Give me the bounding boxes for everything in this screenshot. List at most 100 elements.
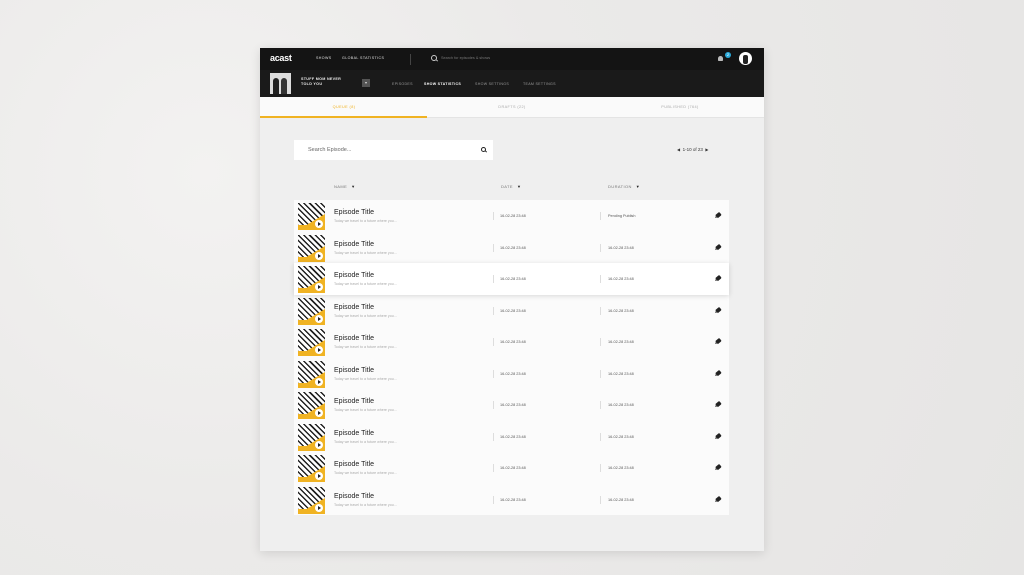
pagination-text: 1-10 of 23 (682, 147, 703, 152)
play-icon[interactable] (315, 440, 323, 449)
episode-duration: Pending Publish (608, 214, 636, 218)
episode-duration: 16-02-28 23:48 (608, 466, 634, 470)
subnav-show-statistics[interactable]: SHOW STATISTICS (424, 82, 461, 86)
table-row[interactable]: Episode Title Today we travel to a futur… (294, 420, 729, 452)
play-icon[interactable] (315, 283, 323, 291)
play-icon[interactable] (315, 346, 323, 354)
edit-icon[interactable] (715, 400, 722, 408)
column-divider (493, 338, 494, 346)
column-divider (600, 275, 601, 283)
episode-title[interactable]: Episode Title (334, 272, 374, 279)
acast-logo[interactable]: acast (270, 53, 292, 63)
episode-description: Today we travel to a future where you... (334, 313, 397, 318)
tab-published[interactable]: PUBLISHED (764) (596, 105, 764, 109)
tab-drafts[interactable]: DRAFTS (22) (428, 105, 596, 109)
play-icon[interactable] (315, 503, 323, 512)
episode-title[interactable]: Episode Title (334, 304, 374, 311)
table-row[interactable]: Episode Title Today we travel to a futur… (294, 452, 729, 484)
episode-title[interactable]: Episode Title (334, 367, 374, 374)
edit-icon[interactable] (715, 211, 722, 219)
episode-description: Today we travel to a future where you... (334, 282, 397, 286)
top-navbar: acast SHOWS GLOBAL STATISTICS Search for… (260, 48, 764, 70)
nav-divider (410, 54, 411, 65)
episode-date: 16-02-28 23:48 (500, 371, 526, 376)
play-icon[interactable] (315, 220, 323, 228)
episode-description: Today we travel to a future where you... (334, 219, 397, 223)
table-row[interactable]: Episode Title Today we travel to a futur… (294, 263, 729, 295)
episode-search-placeholder: Search Episode... (308, 147, 352, 153)
nav-global-statistics[interactable]: GLOBAL STATISTICS (342, 56, 384, 60)
episode-title[interactable]: Episode Title (334, 241, 374, 248)
table-row[interactable]: Episode Title Today we travel to a futur… (294, 294, 729, 326)
active-tab-indicator (260, 116, 427, 118)
episode-description: Today we travel to a future where you... (334, 439, 397, 444)
edit-icon[interactable] (715, 243, 722, 250)
table-row[interactable]: Episode Title Today we travel to a futur… (294, 231, 729, 263)
pagination: ◀ 1-10 of 23 ▶ (677, 147, 708, 152)
subnav-team-settings[interactable]: TEAM SETTINGS (523, 82, 556, 86)
column-divider (493, 432, 494, 441)
subnav-episodes[interactable]: EPISODES (392, 82, 413, 86)
column-header-duration[interactable]: DURATION ▼ (608, 184, 640, 189)
search-icon[interactable] (431, 55, 437, 61)
play-icon[interactable] (315, 377, 323, 386)
nav-shows[interactable]: SHOWS (316, 56, 332, 60)
table-row[interactable]: Episode Title Today we travel to a futur… (294, 483, 729, 515)
prev-arrow-icon[interactable]: ◀ (677, 147, 680, 152)
edit-icon[interactable] (715, 463, 722, 471)
sort-icon: ▼ (351, 184, 356, 189)
chevron-down-icon[interactable]: ▾ (362, 79, 370, 87)
column-divider (600, 306, 601, 315)
play-icon[interactable] (315, 472, 323, 480)
table-row[interactable]: Episode Title Today we travel to a futur… (294, 389, 729, 421)
play-icon[interactable] (315, 409, 323, 417)
episode-description: Today we travel to a future where you... (334, 345, 397, 349)
episode-duration: 16-02-28 23:48 (608, 277, 634, 281)
table-row[interactable]: Episode Title Today we travel to a futur… (294, 326, 729, 358)
column-divider (600, 243, 601, 252)
app-window: acast SHOWS GLOBAL STATISTICS Search for… (260, 48, 764, 551)
play-icon[interactable] (315, 251, 323, 260)
play-icon[interactable] (315, 314, 323, 323)
episode-date: 16-02-28 23:48 (500, 277, 526, 281)
episode-duration: 16-02-28 23:48 (608, 403, 634, 407)
next-arrow-icon[interactable]: ▶ (705, 147, 708, 152)
episode-search-input[interactable]: Search Episode... (294, 140, 493, 160)
column-divider (493, 495, 494, 504)
column-divider (600, 495, 601, 504)
column-header-date[interactable]: DATE ▼ (501, 184, 521, 189)
episode-thumbnail (298, 329, 325, 356)
edit-icon[interactable] (715, 337, 722, 345)
episode-date: 16-02-28 23:48 (500, 308, 526, 313)
episode-title[interactable]: Episode Title (334, 209, 374, 216)
global-search-input[interactable]: Search for episodes & shows (441, 56, 490, 60)
search-icon[interactable] (481, 147, 486, 152)
episode-duration: 16-02-28 23:48 (608, 371, 634, 376)
episode-title[interactable]: Episode Title (334, 493, 374, 500)
edit-icon[interactable] (715, 495, 722, 502)
sort-icon: ▼ (516, 184, 522, 189)
bell-icon[interactable] (718, 56, 723, 61)
edit-icon[interactable] (715, 274, 722, 282)
episode-list: Episode Title Today we travel to a futur… (294, 200, 729, 515)
episode-duration: 16-02-28 23:48 (608, 497, 634, 502)
episode-date: 16-02-28 23:48 (500, 434, 526, 439)
subnav-show-settings[interactable]: SHOW SETTINGS (475, 82, 509, 86)
table-row[interactable]: Episode Title Today we travel to a futur… (294, 357, 729, 389)
episode-title[interactable]: Episode Title (334, 335, 374, 342)
episode-date: 16-02-28 23:48 (500, 340, 526, 344)
tab-queue[interactable]: QUEUE (8) (260, 105, 428, 109)
edit-icon[interactable] (715, 306, 722, 313)
episode-duration: 16-02-28 23:48 (608, 308, 634, 313)
episode-title[interactable]: Episode Title (334, 398, 374, 405)
table-row[interactable]: Episode Title Today we travel to a futur… (294, 200, 729, 232)
edit-icon[interactable] (715, 432, 722, 439)
episode-duration: 16-02-28 23:48 (608, 434, 634, 439)
edit-icon[interactable] (715, 369, 722, 376)
user-avatar[interactable] (739, 52, 752, 65)
episode-date: 16-02-28 23:48 (500, 403, 526, 407)
episode-title[interactable]: Episode Title (334, 461, 374, 468)
episode-description: Today we travel to a future where you... (334, 502, 397, 507)
column-header-name[interactable]: NAME ▼ (334, 184, 356, 189)
episode-title[interactable]: Episode Title (334, 430, 374, 437)
